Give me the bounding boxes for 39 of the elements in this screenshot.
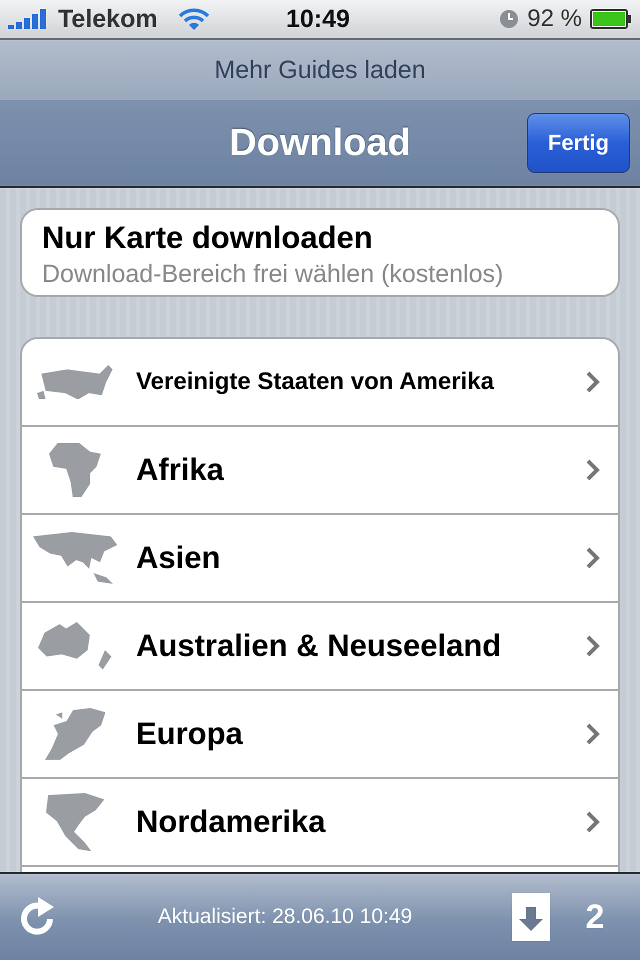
alarm-clock-icon [499,9,520,29]
region-row[interactable]: Europa [22,691,618,779]
download-icon[interactable] [512,893,550,941]
battery-icon [590,9,632,29]
continent-icon [37,364,113,400]
region-name: Europa [136,716,244,752]
region-row[interactable]: Australien & Neuseeland [22,603,618,691]
chevron-icon [586,723,600,745]
option-subtitle: Download-Bereich frei wählen (kostenlos) [42,260,504,289]
battery-percent: 92 % [527,5,582,33]
wifi-icon [178,7,210,31]
carrier-name: Telekom [58,4,158,34]
chevron-icon [586,635,600,657]
option-title: Nur Karte downloaden [42,220,374,256]
screen-title: Download [229,122,411,164]
download-count: 2 [584,898,606,936]
region-row[interactable]: Asien [22,515,618,603]
region-name: Afrika [136,452,225,488]
continent-icon [46,792,104,852]
last-updated-text: Aktualisiert: 28.06.10 10:49 [156,905,414,929]
clock-time: 10:49 [286,4,350,34]
continent-icon [44,708,106,760]
region-name: Nordamerika [136,804,327,840]
done-button[interactable]: Fertig [526,113,630,173]
chevron-icon [586,811,600,833]
continent-icon [49,443,101,497]
region-row[interactable]: Nordamerika [22,779,618,867]
region-row[interactable]: Afrika [22,427,618,515]
chevron-icon [586,371,600,393]
region-name: Vereinigte Staaten von Amerika [136,368,496,396]
continent-icon [32,532,118,584]
region-row[interactable]: Vereinigte Staaten von Amerika [22,339,618,427]
navigation-prompt: Mehr Guides laden [214,56,426,84]
continent-icon [38,622,112,670]
region-name: Asien [136,540,222,576]
region-name: Australien & Neuseeland [136,628,502,664]
chevron-icon [586,459,600,481]
chevron-icon [586,547,600,569]
map-only-option[interactable]: Nur Karte downloaden Download-Bereich frei wählen (kostenlos) [20,208,620,297]
